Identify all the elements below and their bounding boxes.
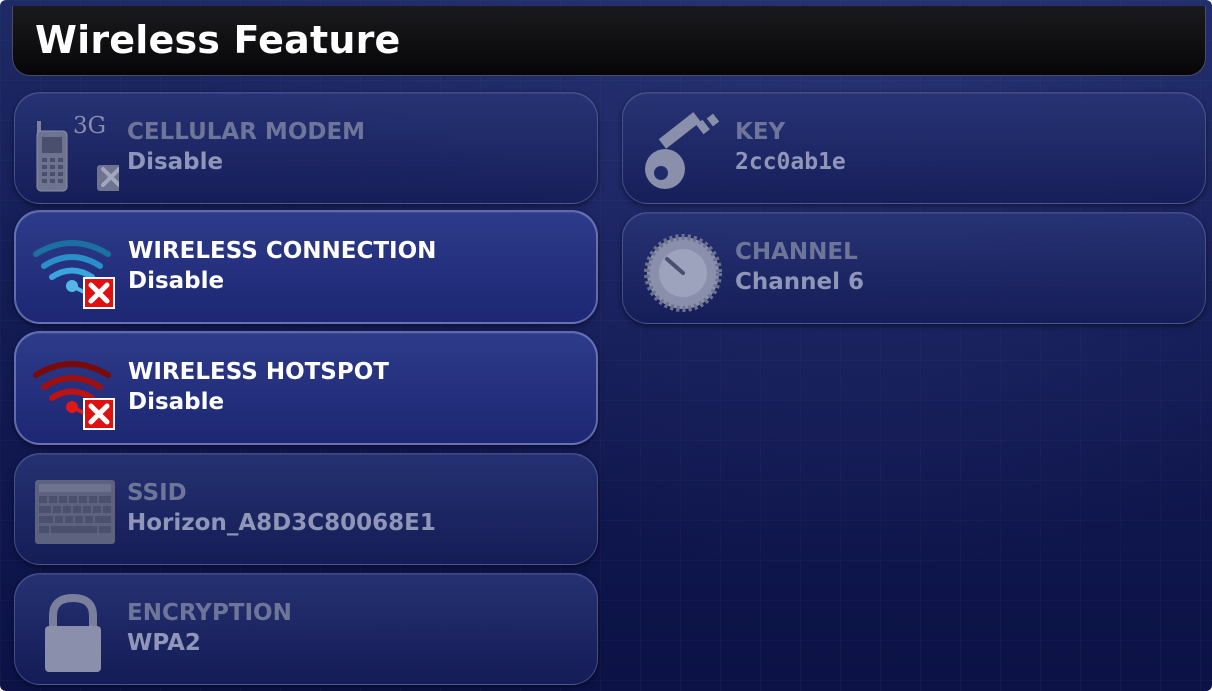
wireless-hotspot-value: Disable bbox=[128, 389, 225, 415]
wireless-hotspot-tile[interactable]: WIRELESS HOTSPOT Disable bbox=[14, 331, 598, 445]
channel-value: Channel 6 bbox=[735, 269, 865, 295]
page-title: Wireless Feature bbox=[35, 18, 401, 62]
wireless-connection-value: Disable bbox=[128, 268, 225, 294]
cellular-modem-value: Disable bbox=[127, 149, 224, 175]
wireless-feature-screen: Wireless Feature 3G CELLULAR MODEM Disab… bbox=[0, 0, 1212, 691]
cellular-3g-badge: 3G bbox=[73, 113, 107, 139]
encryption-tile[interactable]: ENCRYPTION WPA2 bbox=[14, 573, 598, 685]
title-bar: Wireless Feature bbox=[12, 6, 1206, 76]
key-tile[interactable]: KEY 2cc0ab1e bbox=[622, 92, 1206, 204]
key-label: KEY bbox=[735, 119, 786, 145]
key-icon bbox=[637, 105, 727, 195]
key-value: 2cc0ab1e bbox=[735, 149, 846, 175]
padlock-icon bbox=[29, 586, 119, 676]
cellular-phone-icon: 3G bbox=[29, 105, 125, 195]
encryption-value: WPA2 bbox=[127, 630, 201, 656]
cellular-modem-label: CELLULAR MODEM bbox=[127, 119, 366, 145]
encryption-label: ENCRYPTION bbox=[127, 600, 292, 626]
hotspot-icon bbox=[30, 345, 120, 435]
dial-icon bbox=[637, 225, 727, 315]
cellular-modem-tile[interactable]: 3G CELLULAR MODEM Disable bbox=[14, 92, 598, 204]
ssid-value: Horizon_A8D3C80068E1 bbox=[127, 510, 436, 536]
wireless-connection-label: WIRELESS CONNECTION bbox=[128, 238, 437, 264]
ssid-tile[interactable]: SSID Horizon_A8D3C80068E1 bbox=[14, 453, 598, 565]
channel-label: CHANNEL bbox=[735, 239, 858, 265]
ssid-label: SSID bbox=[127, 480, 187, 506]
wireless-connection-tile[interactable]: WIRELESS CONNECTION Disable bbox=[14, 210, 598, 324]
wifi-icon bbox=[30, 224, 120, 314]
wireless-hotspot-label: WIRELESS HOTSPOT bbox=[128, 359, 389, 385]
keyboard-icon bbox=[29, 466, 119, 556]
channel-tile[interactable]: CHANNEL Channel 6 bbox=[622, 212, 1206, 324]
